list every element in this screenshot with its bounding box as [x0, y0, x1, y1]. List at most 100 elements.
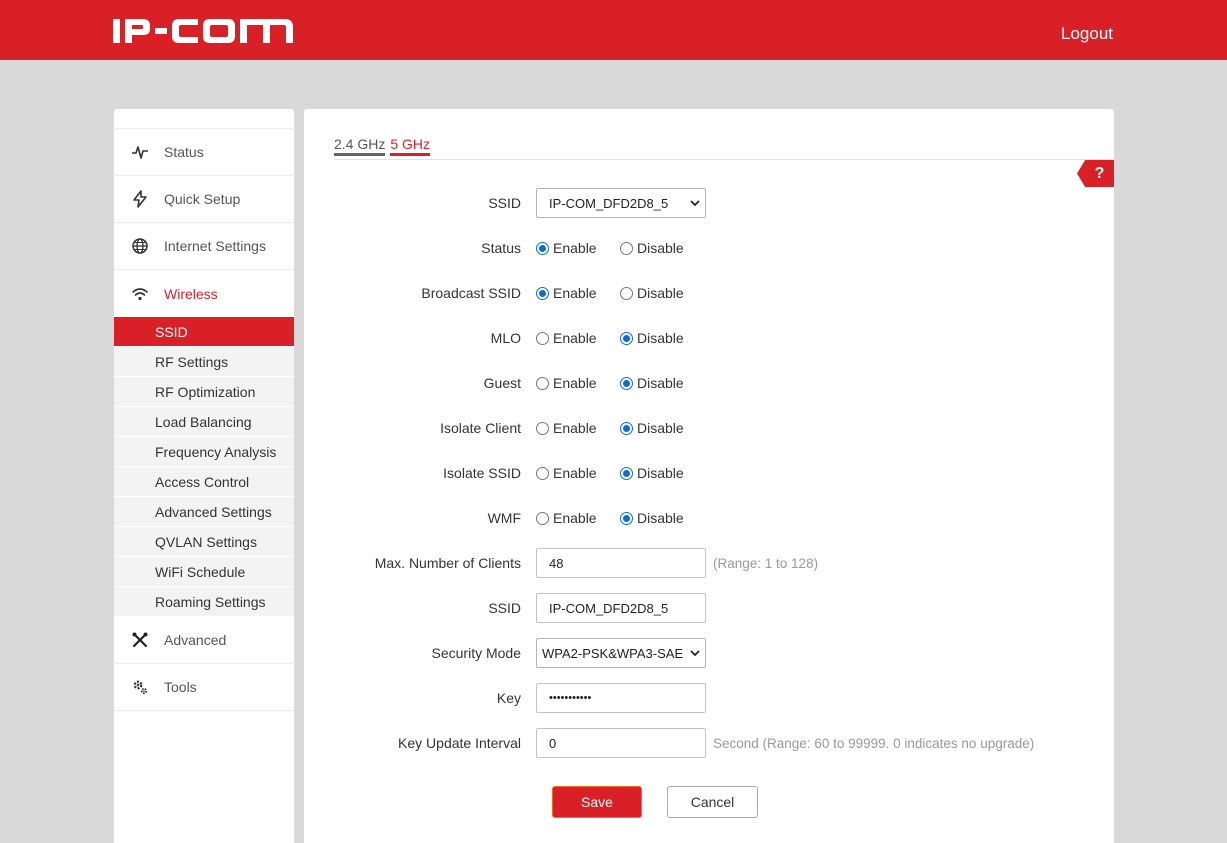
field-label: Broadcast SSID	[421, 285, 521, 301]
sidebar-item-label: Tools	[164, 679, 197, 695]
submenu-item-wifi-schedule[interactable]: WiFi Schedule	[114, 557, 294, 587]
sidebar: Status Quick Setup Internet Settings Wir…	[114, 109, 294, 843]
option-label: Disable	[637, 420, 684, 436]
sidebar-spacer	[114, 109, 294, 129]
submenu-item-frequency-analysis[interactable]: Frequency Analysis	[114, 437, 294, 467]
mlo-disable-radio[interactable]: Disable	[620, 330, 684, 346]
field-label: Key	[496, 690, 521, 706]
radio-icon	[536, 376, 549, 390]
submenu-item-load-balancing[interactable]: Load Balancing	[114, 407, 294, 437]
radio-checked-icon	[620, 511, 633, 525]
tab-2-4-ghz[interactable]: 2.4 GHz	[334, 136, 386, 156]
field-label: Isolate Client	[440, 420, 521, 436]
broadcast-enable-radio[interactable]: Enable	[536, 285, 620, 301]
max-clients-input[interactable]: 48	[536, 548, 706, 578]
ssid-name-input[interactable]: IP-COM_DFD2D8_5	[536, 593, 706, 623]
max-clients-hint: (Range: 1 to 128)	[713, 555, 819, 571]
radio-checked-icon	[620, 421, 633, 435]
field-label: WMF	[487, 510, 521, 526]
option-label: Enable	[553, 285, 597, 301]
option-label: Enable	[553, 420, 597, 436]
key-interval-hint: Second (Range: 60 to 99999. 0 indicates …	[713, 735, 1035, 751]
isolate-client-enable-radio[interactable]: Enable	[536, 420, 620, 436]
option-label: Disable	[637, 510, 684, 526]
guest-enable-radio[interactable]: Enable	[536, 375, 620, 391]
radio-icon	[620, 241, 633, 255]
ssid-select[interactable]: IP-COM_DFD2D8_5	[536, 188, 706, 218]
key-password-input[interactable]: •••••••••••	[536, 683, 706, 713]
field-label: Max. Number of Clients	[374, 555, 521, 571]
wmf-enable-radio[interactable]: Enable	[536, 510, 620, 526]
radio-icon	[536, 466, 549, 480]
guest-disable-radio[interactable]: Disable	[620, 375, 684, 391]
option-label: Disable	[637, 285, 684, 301]
cancel-button[interactable]: Cancel	[667, 786, 758, 818]
submenu-item-roaming-settings[interactable]: Roaming Settings	[114, 587, 294, 617]
tab-5-ghz[interactable]: 5 GHz	[390, 136, 431, 156]
sidebar-item-internet-settings[interactable]: Internet Settings	[114, 223, 294, 270]
wmf-row: WMF Enable Disable	[304, 503, 1114, 533]
option-label: Enable	[553, 330, 597, 346]
field-label: Key Update Interval	[398, 735, 521, 751]
ip-com-logo	[113, 19, 293, 43]
save-button[interactable]: Save	[552, 786, 642, 818]
submenu-item-access-control[interactable]: Access Control	[114, 467, 294, 497]
mlo-enable-radio[interactable]: Enable	[536, 330, 620, 346]
status-row: Status Enable Disable	[304, 233, 1114, 263]
submenu-item-ssid[interactable]: SSID	[114, 317, 294, 347]
submenu-item-qvlan-settings[interactable]: QVLAN Settings	[114, 527, 294, 557]
logout-link[interactable]: Logout	[1061, 24, 1113, 44]
key-interval-input[interactable]: 0	[536, 728, 706, 758]
sidebar-item-advanced[interactable]: Advanced	[114, 617, 294, 664]
sidebar-item-label: Internet Settings	[164, 238, 266, 254]
isolate-ssid-enable-radio[interactable]: Enable	[536, 465, 620, 481]
field-label: Security Mode	[431, 645, 521, 661]
ssid-name-row: SSID IP-COM_DFD2D8_5	[304, 593, 1114, 623]
sidebar-item-label: Advanced	[164, 632, 227, 648]
field-label: SSID	[488, 195, 521, 211]
radio-checked-icon	[536, 241, 549, 255]
radio-checked-icon	[620, 466, 633, 480]
field-label: Guest	[483, 375, 521, 391]
help-button[interactable]: ?	[1077, 160, 1114, 187]
submenu-item-rf-settings[interactable]: RF Settings	[114, 347, 294, 377]
security-mode-select[interactable]: WPA2-PSK&WPA3-SAE	[536, 638, 706, 668]
tab-divider	[334, 159, 1114, 160]
sidebar-item-quick-setup[interactable]: Quick Setup	[114, 176, 294, 223]
status-disable-radio[interactable]: Disable	[620, 240, 684, 256]
submenu-item-rf-optimization[interactable]: RF Optimization	[114, 377, 294, 407]
mlo-row: MLO Enable Disable	[304, 323, 1114, 353]
option-label: Disable	[637, 375, 684, 391]
option-label: Enable	[553, 375, 597, 391]
chevron-down-icon	[690, 650, 700, 657]
sidebar-item-tools[interactable]: Tools	[114, 664, 294, 711]
isolate-client-row: Isolate Client Enable Disable	[304, 413, 1114, 443]
isolate-ssid-disable-radio[interactable]: Disable	[620, 465, 684, 481]
ssid-select-row: SSID IP-COM_DFD2D8_5	[304, 188, 1114, 218]
radio-checked-icon	[620, 331, 633, 345]
isolate-client-disable-radio[interactable]: Disable	[620, 420, 684, 436]
sidebar-item-label: Quick Setup	[164, 191, 241, 207]
gears-icon	[131, 678, 149, 696]
band-tabs: 2.4 GHz 5 GHz	[334, 136, 431, 156]
select-value: IP-COM_DFD2D8_5	[549, 195, 669, 211]
field-label: MLO	[490, 330, 521, 346]
submenu-item-advanced-settings[interactable]: Advanced Settings	[114, 497, 294, 527]
lightning-icon	[131, 190, 149, 208]
sidebar-item-status[interactable]: Status	[114, 129, 294, 176]
broadcast-ssid-row: Broadcast SSID Enable Disable	[304, 278, 1114, 308]
sidebar-item-wireless[interactable]: Wireless	[114, 270, 294, 317]
radio-checked-icon	[536, 286, 549, 300]
broadcast-disable-radio[interactable]: Disable	[620, 285, 684, 301]
isolate-ssid-row: Isolate SSID Enable Disable	[304, 458, 1114, 488]
option-label: Disable	[637, 465, 684, 481]
option-label: Disable	[637, 240, 684, 256]
chevron-down-icon	[690, 200, 700, 207]
status-enable-radio[interactable]: Enable	[536, 240, 620, 256]
wireless-submenu: SSID RF Settings RF Optimization Load Ba…	[114, 317, 294, 617]
field-label: Status	[481, 240, 521, 256]
wmf-disable-radio[interactable]: Disable	[620, 510, 684, 526]
top-bar: Logout	[0, 0, 1227, 60]
sidebar-item-label: Wireless	[164, 285, 218, 302]
tools-cross-icon	[131, 631, 149, 649]
